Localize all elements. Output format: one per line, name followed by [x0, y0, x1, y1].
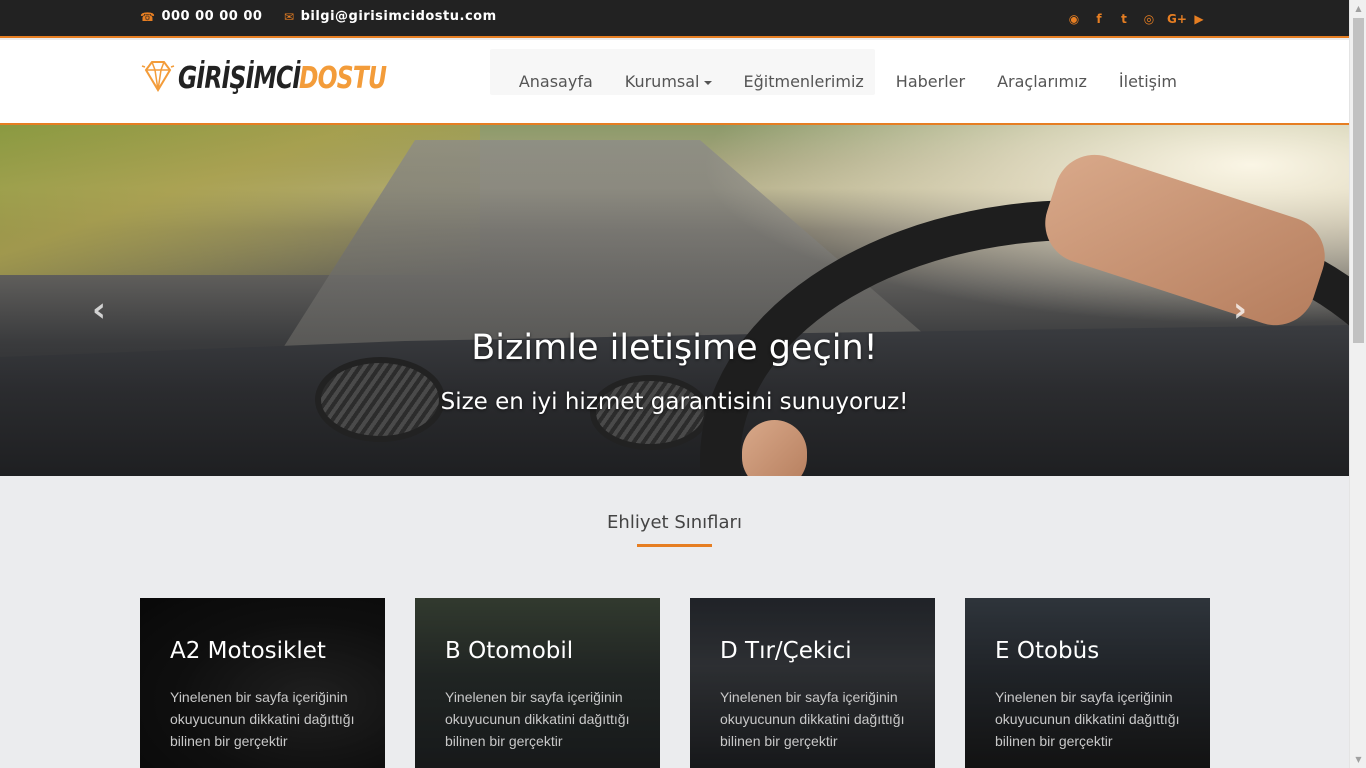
page-scrollbar[interactable]: ▲ ▼ — [1349, 0, 1366, 768]
slide-title: Bizimle iletişime geçin! — [471, 328, 878, 368]
license-card-e[interactable]: E Otobüs Yinelenen bir sayfa içeriğinin … — [965, 598, 1210, 768]
facebook-icon[interactable]: f — [1092, 12, 1106, 26]
twitter-icon[interactable]: t — [1117, 12, 1131, 26]
envelope-icon: ✉ — [284, 9, 295, 24]
slider-prev-button[interactable]: ‹ — [92, 290, 106, 330]
section-underline — [637, 544, 712, 547]
email-contact[interactable]: ✉ bilgi@girisimcidostu.com — [284, 9, 497, 24]
card-text: Yinelenen bir sayfa içeriğinin okuyucunu… — [720, 689, 905, 749]
logo-text-primary: GİRİŞİMCİ — [178, 60, 301, 96]
license-card-b[interactable]: B Otomobil Yinelenen bir sayfa içeriğini… — [415, 598, 660, 768]
slide-subtitle: Size en iyi hizmet garantisini sunuyoruz… — [440, 389, 909, 415]
scrollbar-thumb[interactable] — [1353, 18, 1364, 343]
nav-contact[interactable]: İletişim — [1119, 72, 1177, 91]
nav-corporate-label: Kurumsal — [624, 72, 700, 91]
diamond-icon — [141, 61, 175, 92]
phone-number: 000 00 00 00 — [161, 9, 263, 24]
phone-icon: ☎ — [140, 9, 156, 24]
nav-home[interactable]: Anasayfa — [519, 72, 593, 91]
section-title: Ehliyet Sınıfları — [607, 512, 742, 533]
youtube-icon[interactable]: ▶ — [1192, 12, 1206, 26]
card-title: A2 Motosiklet — [170, 638, 326, 664]
phone-contact[interactable]: ☎ 000 00 00 00 — [140, 9, 262, 24]
top-bar: ☎ 000 00 00 00 ✉ bilgi@girisimcidostu.co… — [0, 0, 1349, 38]
hero-slider: ‹ › Bizimle iletişime geçin! Size en iyi… — [0, 125, 1349, 476]
google-plus-icon[interactable]: G+ — [1167, 12, 1187, 26]
site-header: GİRİŞİMCİ DOSTU Anasayfa Kurumsal Eğitme… — [0, 40, 1349, 125]
scroll-down-icon[interactable]: ▼ — [1350, 751, 1366, 768]
social-links: ◉ f t ◎ G+ ▶ — [1067, 12, 1206, 26]
card-text: Yinelenen bir sayfa içeriğinin okuyucunu… — [445, 689, 630, 749]
site-logo[interactable]: GİRİŞİMCİ DOSTU — [140, 58, 411, 98]
license-card-d[interactable]: D Tır/Çekici Yinelenen bir sayfa içeriği… — [690, 598, 935, 768]
logo-text-secondary: DOSTU — [298, 60, 387, 96]
card-text: Yinelenen bir sayfa içeriğinin okuyucunu… — [170, 689, 355, 749]
nav-vehicles[interactable]: Araçlarımız — [997, 72, 1087, 91]
caret-down-icon — [703, 80, 712, 85]
rss-icon[interactable]: ◉ — [1067, 12, 1081, 26]
instagram-icon[interactable]: ◎ — [1142, 12, 1156, 26]
main-nav: Anasayfa Kurumsal Eğitmenlerimiz Haberle… — [519, 72, 1177, 91]
nav-instructors[interactable]: Eğitmenlerimiz — [744, 72, 864, 91]
nav-corporate[interactable]: Kurumsal — [625, 72, 712, 91]
card-text: Yinelenen bir sayfa içeriğinin okuyucunu… — [995, 689, 1180, 749]
email-address: bilgi@girisimcidostu.com — [300, 9, 497, 24]
license-card-a2[interactable]: A2 Motosiklet Yinelenen bir sayfa içeriğ… — [140, 598, 385, 768]
card-title: D Tır/Çekici — [720, 638, 852, 664]
scroll-up-icon[interactable]: ▲ — [1350, 0, 1366, 17]
card-title: B Otomobil — [445, 638, 574, 664]
nav-news[interactable]: Haberler — [896, 72, 965, 91]
slider-next-button[interactable]: › — [1233, 290, 1247, 330]
card-title: E Otobüs — [995, 638, 1100, 664]
slide-image-hand-left — [742, 420, 807, 476]
